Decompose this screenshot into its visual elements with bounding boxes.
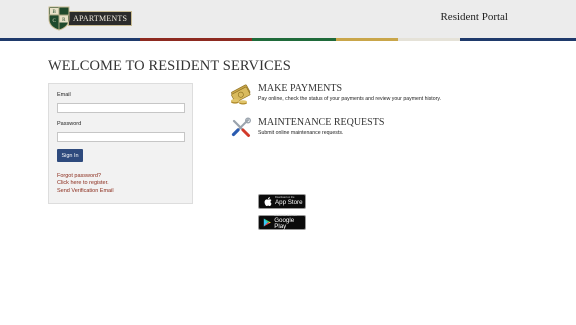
- stripe-segment: [336, 38, 398, 41]
- app-store-badge-label: App Store: [275, 199, 303, 207]
- app-store-badge[interactable]: Download on the App Store: [258, 194, 306, 209]
- page-title: WELCOME TO RESIDENT SERVICES: [48, 58, 291, 74]
- login-panel: Email Password Sign In Forgot password? …: [48, 83, 193, 204]
- portal-title: Resident Portal: [440, 11, 508, 23]
- google-play-badge-label: Google Play: [274, 217, 295, 231]
- register-link[interactable]: Click here to register.: [57, 180, 109, 186]
- password-field[interactable]: [57, 132, 185, 142]
- send-verification-email-link[interactable]: Send Verification Email: [57, 188, 114, 194]
- make-payments-title[interactable]: MAKE PAYMENTS: [258, 83, 342, 94]
- brc-apartments-logo[interactable]: B R C APARTMENTS: [48, 6, 133, 31]
- logo-banner-text: APARTMENTS: [68, 11, 133, 26]
- maintenance-requests-title[interactable]: MAINTENANCE REQUESTS: [258, 117, 384, 128]
- email-label: Email: [57, 92, 71, 98]
- stripe-segment: [398, 38, 460, 41]
- shield-logo-icon: B R C: [48, 6, 70, 31]
- header-color-stripe: [0, 38, 576, 41]
- forgot-password-link[interactable]: Forgot password?: [57, 173, 101, 179]
- stripe-segment: [0, 38, 140, 41]
- google-play-badge[interactable]: ANDROID APP ON Google Play: [258, 214, 306, 231]
- stripe-segment: [460, 38, 576, 41]
- email-field[interactable]: [57, 103, 185, 113]
- apple-icon: [263, 197, 272, 206]
- money-icon: [231, 84, 251, 105]
- stripe-segment: [252, 38, 336, 41]
- site-header: B R C APARTMENTS Resident Portal: [0, 0, 576, 38]
- make-payments-description: Pay online, check the status of your pay…: [258, 96, 441, 102]
- maintenance-requests-description: Submit online maintenance requests.: [258, 130, 344, 136]
- google-play-icon: [263, 218, 271, 227]
- password-label: Password: [57, 121, 82, 127]
- tools-icon: [231, 117, 251, 137]
- sign-in-button[interactable]: Sign In: [57, 149, 83, 162]
- stripe-segment: [140, 38, 252, 41]
